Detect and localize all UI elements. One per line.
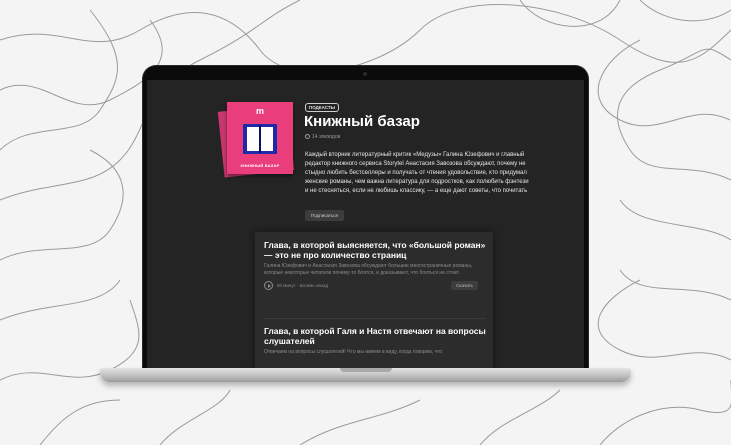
episode-item[interactable]: Глава, в которой выясняется, что «большо… <box>264 240 486 292</box>
episode-title[interactable]: Глава, в которой выясняется, что «большо… <box>264 240 486 260</box>
episode-title[interactable]: Глава, в которой Галя и Настя отвечают н… <box>264 326 486 346</box>
podcast-description: Каждый вторник литературный критик «Меду… <box>305 152 529 194</box>
episode-description: Галина Юзефович и Анастасия Завозова обс… <box>264 263 473 276</box>
laptop-lid: m КНИЖНЫЙ БАЗАР ПОДКАСТЫ Книжный базар 1… <box>143 66 588 373</box>
meduza-logo: m <box>255 106 264 116</box>
episode-item[interactable]: Глава, в которой Галя и Настя отвечают н… <box>264 326 486 356</box>
podcast-title: Книжный базар <box>304 113 420 130</box>
laptop-base <box>100 368 631 382</box>
category-badge[interactable]: ПОДКАСТЫ <box>305 103 340 112</box>
play-icon[interactable] <box>264 281 273 290</box>
episode-meta: 60 минут · восемь назад <box>277 283 329 288</box>
laptop-notch <box>340 368 392 372</box>
headphones-icon <box>305 134 310 139</box>
podcast-cover[interactable]: m КНИЖНЫЙ БАЗАР <box>227 102 293 174</box>
episodes-count-label: 14 эпизодов <box>312 134 341 140</box>
episode-description: Отвечаем на вопросы слушателей! Что мы и… <box>264 349 443 355</box>
episode-list: Глава, в которой выясняется, что «большо… <box>255 232 493 370</box>
episode-divider <box>264 318 486 319</box>
book-icon <box>243 124 277 154</box>
download-button[interactable]: Скачать <box>451 281 478 290</box>
subscribe-button[interactable]: Подписаться <box>305 210 344 221</box>
cover-label: КНИЖНЫЙ БАЗАР <box>240 163 280 168</box>
episodes-count: 14 эпизодов <box>305 134 340 140</box>
camera-icon <box>363 72 367 76</box>
laptop-screen: m КНИЖНЫЙ БАЗАР ПОДКАСТЫ Книжный базар 1… <box>147 80 584 370</box>
episode-controls: 60 минут · восемь назад Скачать <box>264 281 486 292</box>
